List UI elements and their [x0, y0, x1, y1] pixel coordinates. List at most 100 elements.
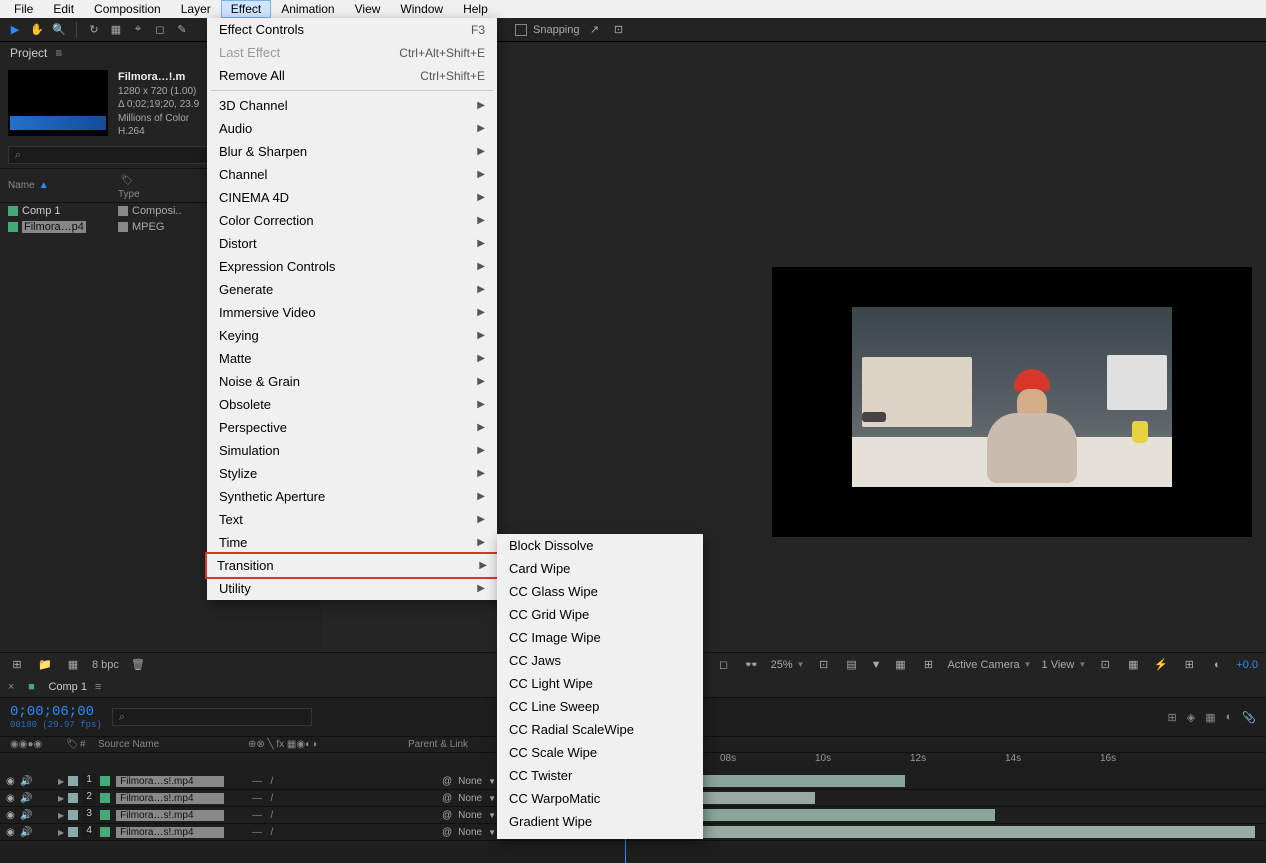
visibility-icon[interactable]: ◉	[6, 776, 16, 787]
menu-item-channel[interactable]: Channel▶	[207, 163, 497, 186]
expand-icon[interactable]: ▶	[58, 777, 64, 786]
label-color-icon[interactable]	[68, 827, 78, 837]
asset-thumbnail[interactable]	[8, 70, 108, 136]
label-color-icon[interactable]	[118, 206, 128, 216]
submenu-item-card-wipe[interactable]: Card Wipe	[497, 557, 703, 580]
comp-mini-flowchart-icon[interactable]: ⊞	[1168, 711, 1177, 724]
menu-file[interactable]: File	[4, 0, 43, 18]
submenu-item-cc-light-wipe[interactable]: CC Light Wipe	[497, 672, 703, 695]
zoom-dropdown[interactable]: 25%▼	[771, 659, 805, 671]
parent-link[interactable]: @None▼	[442, 793, 496, 804]
menu-item-synthetic-aperture[interactable]: Synthetic Aperture▶	[207, 485, 497, 508]
submenu-item-cc-radial-scalewipe[interactable]: CC Radial ScaleWipe	[497, 718, 703, 741]
shape-tool-icon[interactable]: ◻	[151, 21, 169, 39]
menu-item-expression-controls[interactable]: Expression Controls▶	[207, 255, 497, 278]
menu-item-audio[interactable]: Audio▶	[207, 117, 497, 140]
expand-icon[interactable]: ▶	[58, 794, 64, 803]
reset-exposure-icon[interactable]: ◐	[1208, 656, 1226, 674]
menu-item-text[interactable]: Text▶	[207, 508, 497, 531]
label-color-icon[interactable]	[68, 776, 78, 786]
submenu-item-cc-glass-wipe[interactable]: CC Glass Wipe	[497, 580, 703, 603]
snapping-toggle[interactable]: Snapping ↗ ⊡	[515, 21, 628, 39]
av-features-icon[interactable]: ◉◉●◉	[10, 739, 42, 750]
visibility-icon[interactable]: ◉	[6, 827, 16, 838]
timeline-comp-name[interactable]: Comp 1	[48, 681, 87, 693]
exposure-value[interactable]: +0.0	[1236, 659, 1258, 671]
region-icon[interactable]: ▤	[843, 656, 861, 674]
audio-icon[interactable]: 🔊	[20, 810, 30, 821]
selection-tool-icon[interactable]: ▶	[6, 21, 24, 39]
menu-item-keying[interactable]: Keying▶	[207, 324, 497, 347]
view-options-icon[interactable]: ⊡	[1096, 656, 1114, 674]
col-source[interactable]: Source Name	[94, 739, 244, 750]
panel-menu-icon[interactable]: ≡	[95, 681, 101, 693]
menu-item-obsolete[interactable]: Obsolete▶	[207, 393, 497, 416]
menu-animation[interactable]: Animation	[271, 0, 344, 18]
timeline-icon[interactable]: ⊞	[1180, 656, 1198, 674]
mode-normal[interactable]: — /	[252, 827, 273, 838]
graph-editor-icon[interactable]: 📎	[1242, 711, 1256, 724]
bpc-label[interactable]: 8 bpc	[92, 659, 119, 671]
col-type[interactable]: Type	[118, 189, 140, 200]
pan-behind-tool-icon[interactable]: ⌖	[129, 21, 147, 39]
hand-tool-icon[interactable]: ✋	[28, 21, 46, 39]
submenu-item-cc-line-sweep[interactable]: CC Line Sweep	[497, 695, 703, 718]
menu-edit[interactable]: Edit	[43, 0, 84, 18]
submenu-item-cc-warpomatic[interactable]: CC WarpoMatic	[497, 787, 703, 810]
menu-effect[interactable]: Effect	[221, 0, 271, 18]
audio-icon[interactable]: 🔊	[20, 793, 30, 804]
frame-blend-icon[interactable]: ▦	[1205, 711, 1215, 724]
layer-name[interactable]: Filmora…s!.mp4	[116, 827, 224, 838]
toggle-transparency-icon[interactable]: ◻	[715, 656, 733, 674]
sort-asc-icon[interactable]: ▲	[39, 180, 49, 191]
submenu-item-cc-scale-wipe[interactable]: CC Scale Wipe	[497, 741, 703, 764]
submenu-item-gradient-wipe[interactable]: Gradient Wipe	[497, 810, 703, 833]
composition-flowchart-icon[interactable]: ⊞	[8, 656, 26, 674]
parent-link[interactable]: @None▼	[442, 810, 496, 821]
chevron-down-icon[interactable]: ▼	[871, 659, 882, 671]
close-tab-icon[interactable]: ×	[8, 681, 14, 693]
col-parent[interactable]: Parent & Link	[404, 739, 504, 750]
motion-blur-icon[interactable]: ◐	[1226, 711, 1233, 724]
menu-item-perspective[interactable]: Perspective▶	[207, 416, 497, 439]
snap-options-icon[interactable]: ↗	[586, 21, 604, 39]
menu-window[interactable]: Window	[390, 0, 453, 18]
pickwhip-icon[interactable]: @	[442, 776, 452, 787]
new-comp-icon[interactable]: ▦	[64, 656, 82, 674]
menu-item-time[interactable]: Time▶	[207, 531, 497, 554]
view-dropdown[interactable]: 1 View▼	[1042, 659, 1087, 671]
trash-icon[interactable]: 🗑	[129, 656, 147, 674]
label-color-icon[interactable]	[68, 793, 78, 803]
label-color-icon[interactable]	[118, 222, 128, 232]
pen-tool-icon[interactable]: ✎	[173, 21, 191, 39]
draft-3d-icon[interactable]: ◈	[1187, 711, 1195, 724]
col-number[interactable]: #	[76, 739, 94, 750]
snapping-checkbox[interactable]	[515, 24, 527, 36]
menu-item-effect-controls[interactable]: Effect ControlsF3	[207, 18, 497, 41]
expand-icon[interactable]: ▶	[58, 828, 64, 837]
menu-item-cinema-4d[interactable]: CINEMA 4D▶	[207, 186, 497, 209]
submenu-item-cc-grid-wipe[interactable]: CC Grid Wipe	[497, 603, 703, 626]
menu-layer[interactable]: Layer	[171, 0, 221, 18]
menu-item-distort[interactable]: Distort▶	[207, 232, 497, 255]
fast-preview-icon[interactable]: ⚡	[1152, 656, 1170, 674]
mode-normal[interactable]: — /	[252, 810, 273, 821]
menu-item-simulation[interactable]: Simulation▶	[207, 439, 497, 462]
col-name[interactable]: Name	[8, 180, 35, 191]
camera-tool-icon[interactable]: ▦	[107, 21, 125, 39]
pickwhip-icon[interactable]: @	[442, 810, 452, 821]
mode-normal[interactable]: — /	[252, 793, 273, 804]
switches-icon[interactable]: ⊕⊗ ╲ fx ▦◉◐◑	[248, 739, 317, 750]
timeline-search-input[interactable]	[112, 708, 312, 726]
rotate-tool-icon[interactable]: ↻	[85, 21, 103, 39]
guides-icon[interactable]: ⊞	[919, 656, 937, 674]
menu-composition[interactable]: Composition	[84, 0, 171, 18]
menu-item-matte[interactable]: Matte▶	[207, 347, 497, 370]
menu-item-noise-grain[interactable]: Noise & Grain▶	[207, 370, 497, 393]
menu-item-3d-channel[interactable]: 3D Channel▶	[207, 94, 497, 117]
menu-item-generate[interactable]: Generate▶	[207, 278, 497, 301]
panel-menu-icon[interactable]: ≡	[55, 46, 62, 60]
menu-item-color-correction[interactable]: Color Correction▶	[207, 209, 497, 232]
layer-name[interactable]: Filmora…s!.mp4	[116, 810, 224, 821]
menu-item-transition[interactable]: Transition▶	[205, 552, 499, 579]
